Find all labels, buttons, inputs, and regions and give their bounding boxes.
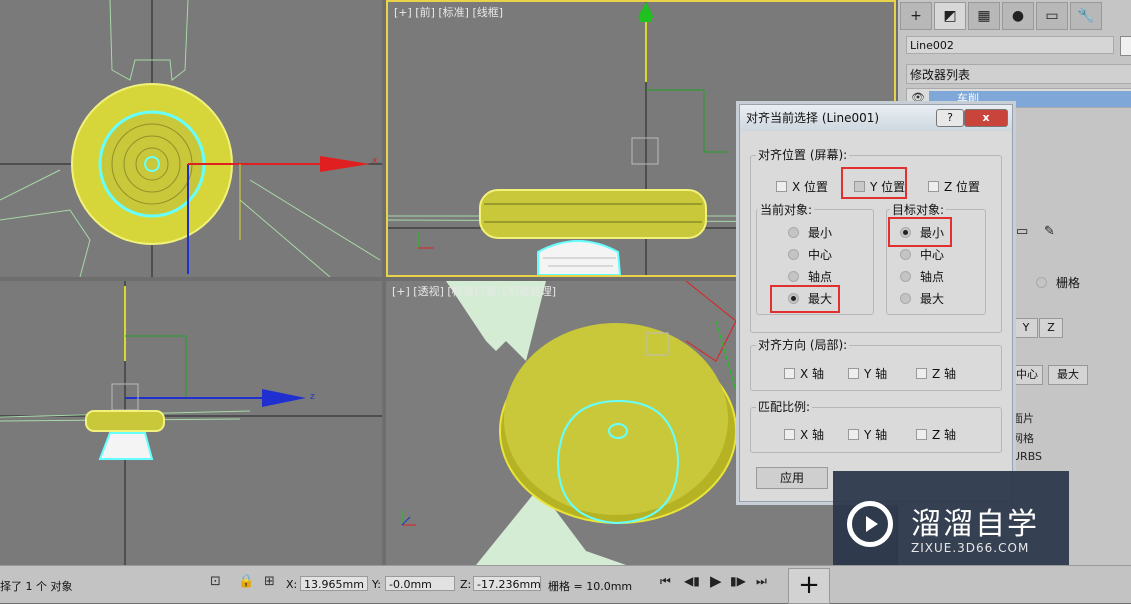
close-button[interactable]: x <box>964 109 1008 127</box>
align-selection-dialog: 对齐当前选择 (Line001) ? x 对齐位置 (屏幕): X 位置 Y 位… <box>739 104 1013 502</box>
current-center-radio[interactable]: 中心 <box>788 246 832 263</box>
target-center-radio[interactable]: 中心 <box>900 246 944 263</box>
next-frame-icon[interactable]: ▮▶ <box>730 574 746 588</box>
center-button[interactable]: 中心 <box>1011 365 1043 385</box>
target-max-radio[interactable]: 最大 <box>900 290 944 307</box>
watermark-title: 溜溜自学 <box>911 507 1039 542</box>
patch-label[interactable]: 面片 <box>1012 410 1034 426</box>
hierarchy-icon[interactable]: ▦ <box>968 2 1000 30</box>
max-button[interactable]: 最大 <box>1048 365 1088 385</box>
target-pivot-radio[interactable]: 轴点 <box>900 268 944 285</box>
viewport-left[interactable]: z <box>0 281 382 565</box>
current-object-label: 当前对象: <box>758 201 815 218</box>
target-min-highlight <box>888 217 952 247</box>
match-scale-label: 匹配比例: <box>756 398 813 415</box>
play-icon[interactable]: ▶ <box>710 572 722 590</box>
goto-end-icon[interactable]: ⏭ <box>756 574 767 589</box>
add-key-icon[interactable]: + <box>788 568 830 604</box>
pin-stack-icon[interactable]: ▭ <box>1016 224 1028 239</box>
target-object-label: 目标对象: <box>890 201 947 218</box>
help-button[interactable]: ? <box>936 109 964 127</box>
eye-icon[interactable]: 👁 <box>911 91 925 104</box>
create-icon[interactable]: + <box>900 2 932 30</box>
align-position-label: 对齐位置 (屏幕): <box>756 146 850 163</box>
front-viewport-label[interactable]: [+] [前] [标准] [线框] <box>394 4 503 20</box>
z-coord-label: Z: <box>460 578 472 591</box>
configure-icon[interactable]: ✎ <box>1044 224 1055 239</box>
scale-x-checkbox[interactable]: X 轴 <box>784 426 824 443</box>
current-max-highlight <box>770 285 840 313</box>
watermark-url: ZIXUE.3D66.COM <box>911 541 1030 555</box>
y-position-highlight <box>841 167 907 199</box>
left-view-canvas: z <box>0 281 382 565</box>
x-coord-label: X: <box>286 578 298 591</box>
apply-button[interactable]: 应用 <box>756 467 828 489</box>
display-icon[interactable]: ▭ <box>1036 2 1068 30</box>
grid-size-label: 栅格 = 10.0mm <box>548 580 633 593</box>
viewport-top[interactable]: x <box>0 0 382 277</box>
orient-y-checkbox[interactable]: Y 轴 <box>848 365 887 382</box>
orient-x-checkbox[interactable]: X 轴 <box>784 365 824 382</box>
z-button[interactable]: Z <box>1039 318 1063 338</box>
x-coord-field[interactable]: 13.965mm <box>300 576 368 591</box>
x-position-checkbox[interactable]: X 位置 <box>776 178 828 195</box>
selection-status: 择了 1 个 对象 <box>0 580 73 593</box>
object-color-swatch[interactable] <box>1120 36 1131 56</box>
motion-icon[interactable]: ● <box>1002 2 1034 30</box>
scale-z-checkbox[interactable]: Z 轴 <box>916 426 956 443</box>
perspective-viewport-label[interactable]: [+] [透视] [标准] [默认明暗处理] <box>392 283 556 299</box>
modifier-list-dropdown[interactable]: 修改器列表 <box>906 64 1131 84</box>
modify-icon[interactable]: ◩ <box>934 2 966 30</box>
align-orientation-label: 对齐方向 (局部): <box>756 336 850 353</box>
utilities-icon[interactable]: 🔧 <box>1070 2 1102 30</box>
grid-radio[interactable]: 栅格 <box>1036 274 1080 291</box>
top-x-axis-label: x <box>372 156 378 166</box>
top-view-canvas: x <box>0 0 382 277</box>
left-z-axis-label: z <box>310 392 315 402</box>
y-button[interactable]: Y <box>1014 318 1038 338</box>
scale-y-checkbox[interactable]: Y 轴 <box>848 426 887 443</box>
command-panel-tabs: + ◩ ▦ ● ▭ 🔧 <box>900 2 1130 30</box>
absolute-mode-icon[interactable]: ⊞ <box>264 574 275 589</box>
previous-frame-icon[interactable]: ◀▮ <box>684 574 700 588</box>
goto-start-icon[interactable]: ⏮ <box>660 574 671 589</box>
object-name-field[interactable]: Line002 <box>906 36 1114 54</box>
watermark-logo-icon <box>847 501 893 547</box>
current-pivot-radio[interactable]: 轴点 <box>788 268 832 285</box>
y-coord-field[interactable]: -0.0mm <box>385 576 455 591</box>
status-bar: 择了 1 个 对象 ⊡ 🔒 ⊞ X: 13.965mm Y: -0.0mm Z:… <box>0 565 1131 603</box>
nurbs-label[interactable]: URBS <box>1012 450 1042 463</box>
isolate-icon[interactable]: ⊡ <box>210 574 221 589</box>
mesh-label[interactable]: 网格 <box>1012 430 1034 446</box>
lock-icon[interactable]: 🔒 <box>238 574 254 589</box>
z-position-checkbox[interactable]: Z 位置 <box>928 178 980 195</box>
current-min-radio[interactable]: 最小 <box>788 224 832 241</box>
z-coord-field[interactable]: -17.236mm <box>473 576 541 591</box>
y-coord-label: Y: <box>372 578 381 591</box>
orient-z-checkbox[interactable]: Z 轴 <box>916 365 956 382</box>
